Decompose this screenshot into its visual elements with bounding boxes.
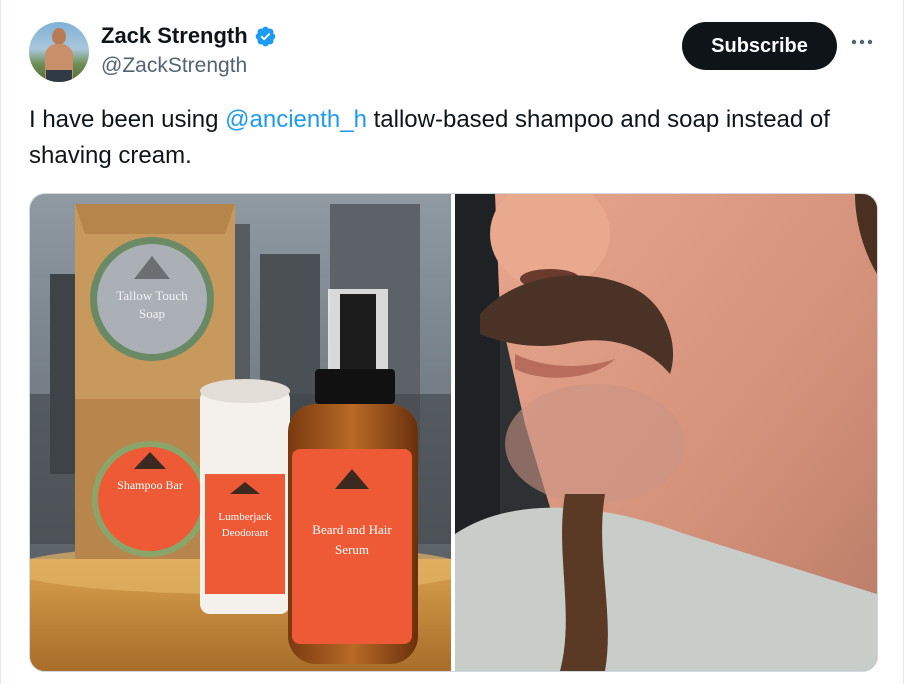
verified-badge-icon: [255, 26, 276, 46]
tweet-card: Zack Strength @ZackStrength Subscribe I …: [0, 0, 904, 684]
avatar-shorts: [46, 70, 72, 82]
author-name-row: Zack Strength: [101, 23, 277, 49]
tweet-text-before: I have been using: [29, 106, 226, 133]
tweet-text: I have been using @ancienth_h tallow-bas…: [29, 102, 879, 174]
serum-label-line1: Beard and Hair: [312, 522, 392, 537]
deodorant-label-line1: Lumberjack: [218, 511, 272, 523]
soap-label-line1: Tallow Touch: [116, 288, 188, 303]
avatar[interactable]: [29, 22, 89, 82]
product-photo[interactable]: Tallow Touch Soap Shampoo Bar Lumberjack…: [30, 194, 451, 671]
serum-label-line2: Serum: [335, 542, 369, 557]
more-horizontal-icon[interactable]: [849, 30, 875, 54]
mustache-photo-image: [455, 194, 877, 671]
avatar-head: [52, 28, 66, 45]
mustache-photo[interactable]: [455, 194, 877, 671]
media-grid: Tallow Touch Soap Shampoo Bar Lumberjack…: [29, 193, 878, 672]
author-display-name[interactable]: Zack Strength: [101, 23, 248, 49]
soap-label-line2: Soap: [139, 306, 165, 321]
mention-link[interactable]: @ancienth_h: [225, 106, 367, 133]
subscribe-button[interactable]: Subscribe: [682, 22, 837, 70]
deodorant-label-line2: Deodorant: [222, 527, 268, 539]
author-handle[interactable]: @ZackStrength: [101, 54, 247, 78]
product-photo-image: Tallow Touch Soap Shampoo Bar Lumberjack…: [30, 194, 451, 671]
shampoo-label: Shampoo Bar: [117, 478, 183, 492]
